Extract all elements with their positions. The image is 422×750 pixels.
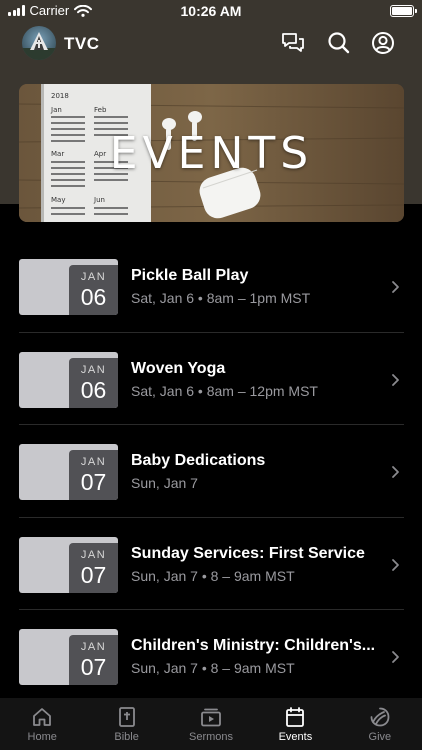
event-day: 06 [80,376,107,403]
profile-icon[interactable] [370,30,396,56]
status-time: 10:26 AM [180,3,242,19]
home-icon [33,708,52,726]
svg-text:May: May [51,196,65,204]
event-thumbnail: JAN 07 [19,444,118,500]
tab-label: Bible [114,731,139,743]
event-title: Baby Dedications [131,452,266,469]
logo-mark-icon [22,32,56,60]
chevron-right-icon [392,558,399,571]
event-thumbnail: JAN 06 [19,351,118,408]
event-thumbnail: JAN 07 [19,536,118,593]
tab-label: Home [27,731,57,743]
chevron-right-icon [392,466,399,478]
status-bar: Carrier 10:26 AM [0,0,422,24]
battery-icon [390,5,417,17]
tab-label: Give [368,731,392,743]
event-row[interactable]: JAN 06 Pickle Ball Play Sat, Jan 6 • 8am… [19,240,404,333]
event-month: JAN [80,271,107,283]
app-logo[interactable] [22,26,56,60]
event-day: 07 [80,654,107,680]
event-month: JAN [80,548,107,561]
event-row[interactable]: JAN 07 Baby Dedications Sun, Jan 7 [19,425,404,518]
event-subtitle: Sun, Jan 7 • 8 – 9am MST [131,660,295,676]
tab-events[interactable]: Events [253,698,337,750]
event-day: 07 [80,561,107,588]
hero-title: EVENTS [109,128,314,179]
svg-text:Feb: Feb [94,106,107,114]
event-thumbnail: JAN 07 [19,629,118,685]
tab-bible[interactable]: Bible [84,698,168,750]
chevron-right-icon [392,373,399,386]
event-day: 07 [80,469,107,495]
event-title: Pickle Ball Play [131,267,249,284]
date-badge: JAN 07 [69,635,118,685]
tab-home[interactable]: Home [0,698,84,750]
event-subtitle: Sat, Jan 6 • 8am – 12pm MST [131,382,318,399]
event-title: Woven Yoga [131,359,226,377]
event-list: JAN 06 Pickle Ball Play Sat, Jan 6 • 8am… [19,240,404,703]
event-month: JAN [80,363,107,376]
event-day: 06 [80,284,107,310]
event-title: Children's Ministry: Children's... [131,637,376,654]
event-row[interactable]: JAN 07 Sunday Services: First Service Su… [19,518,404,610]
date-badge: JAN 07 [69,542,118,593]
svg-text:2018: 2018 [51,92,69,100]
bible-icon [118,707,135,727]
sermons-icon [201,708,221,727]
date-badge: JAN 07 [69,450,118,500]
app-navbar: TVC [0,24,422,64]
chevron-right-icon [392,651,399,663]
search-icon[interactable] [326,30,352,56]
chevron-right-icon [392,281,399,293]
event-row[interactable]: JAN 07 Children's Ministry: Children's..… [19,610,404,703]
tab-give[interactable]: Give [338,698,422,750]
event-thumbnail: JAN 06 [19,259,118,315]
tab-label: Sermons [189,731,234,743]
svg-text:Jan: Jan [50,106,62,114]
date-badge: JAN 06 [69,357,118,408]
event-month: JAN [80,641,107,653]
app-name: TVC [64,34,100,53]
event-row[interactable]: JAN 06 Woven Yoga Sat, Jan 6 • 8am – 12p… [19,333,404,425]
tab-label: Events [278,731,313,743]
events-hero-banner: 2018 Jan Feb Mar Apr May Jun EVENTS [19,84,404,222]
event-month: JAN [80,456,107,468]
event-title: Sunday Services: First Service [131,544,365,562]
chat-icon[interactable] [280,30,306,56]
event-subtitle: Sun, Jan 7 • 8 – 9am MST [131,567,295,584]
tab-sermons[interactable]: Sermons [169,698,253,750]
svg-text:Jun: Jun [93,196,105,204]
event-subtitle: Sun, Jan 7 [131,475,198,491]
event-subtitle: Sat, Jan 6 • 8am – 1pm MST [131,290,311,306]
calendar-icon [286,707,305,727]
date-badge: JAN 06 [69,265,118,315]
give-icon [370,707,390,727]
tab-bar: Home Bible Sermons Events Give [0,698,422,750]
